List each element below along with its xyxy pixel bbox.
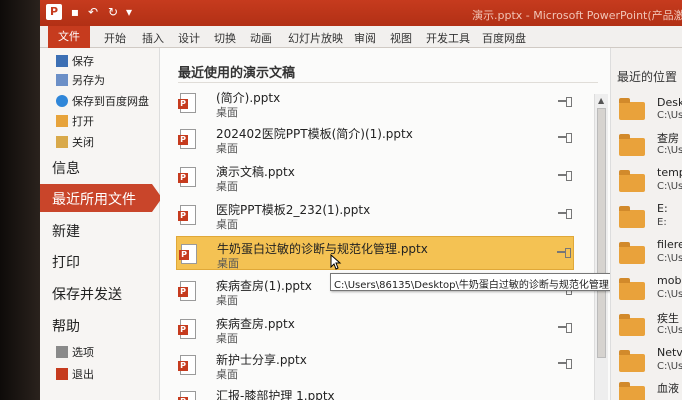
tab-file[interactable]: 文件 [48,26,90,48]
recent-title: 最近使用的演示文稿 [178,66,296,81]
scroll-thumb[interactable] [597,108,606,358]
tab-baidu-netdisk[interactable]: 百度网盘 [482,30,526,46]
recent-item[interactable]: 202402医院PPT模板(简介)(1).pptx 桌面 [176,122,574,156]
tab-developer[interactable]: 开发工具 [426,30,470,46]
folder-icon [619,206,645,228]
file-path-tooltip: C:\Users\86135\Desktop\牛奶蛋白过敏的诊断与规范化管理.p… [330,273,634,291]
tab-slideshow[interactable]: 幻灯片放映 [288,30,343,46]
title-bar: P ▪ ↶ ↻ ▾ 演示.pptx - Microsoft PowerPoint… [40,0,682,26]
nav-help[interactable]: 帮助 [52,316,80,336]
window-title: 演示.pptx - Microsoft PowerPoint(产品激 [472,9,682,22]
recent-presentations-panel: 最近使用的演示文稿 (简介).pptx 桌面 202402医院PPT模板(简介)… [160,48,610,400]
screen-bezel [0,0,40,400]
redo-icon[interactable]: ↻ [106,5,120,19]
pin-icon[interactable] [558,358,572,369]
nav-open[interactable]: 打开 [56,113,94,129]
nav-save-as[interactable]: 另存为 [56,72,105,88]
pptx-file-icon [178,355,196,375]
recent-item-selected[interactable]: 牛奶蛋白过敏的诊断与规范化管理.pptx 桌面 [176,236,574,270]
tab-animations[interactable]: 动画 [250,30,272,46]
tab-home[interactable]: 开始 [104,30,126,46]
powerpoint-logo-icon: P [46,4,62,20]
recent-item[interactable]: 演示文稿.pptx 桌面 [176,160,574,194]
tab-insert[interactable]: 插入 [142,30,164,46]
recent-scrollbar[interactable]: ▲ [594,94,608,400]
folder-icon [619,242,645,264]
pin-icon[interactable] [558,170,572,181]
tab-design[interactable]: 设计 [178,30,200,46]
folder-icon [619,382,645,400]
pin-icon[interactable] [558,322,572,333]
mouse-cursor-icon [330,254,342,270]
nav-exit[interactable]: 退出 [56,366,94,382]
recent-item[interactable]: (简介).pptx 桌面 [176,86,574,120]
places-title: 最近的位置 [617,70,678,84]
recent-item[interactable]: 医院PPT模板2_232(1).pptx 桌面 [176,198,574,232]
exit-icon [56,368,68,380]
undo-icon[interactable]: ↶ [86,5,100,19]
close-file-icon [56,136,68,148]
pptx-file-icon [178,129,196,149]
nav-close[interactable]: 关闭 [56,134,94,150]
nav-save-send[interactable]: 保存并发送 [52,284,122,304]
folder-icon [619,134,645,156]
pin-icon[interactable] [557,247,571,258]
divider [178,82,598,83]
pptx-file-icon [178,281,196,301]
save-quick-icon[interactable]: ▪ [68,5,82,19]
tab-view[interactable]: 视图 [390,30,412,46]
nav-print[interactable]: 打印 [52,252,80,272]
recent-item[interactable]: 疾病查房.pptx 桌面 [176,312,574,346]
nav-recent[interactable]: 最近所用文件 [40,184,162,212]
nav-save-to-baidu[interactable]: 保存到百度网盘 [56,93,149,109]
folder-icon [619,278,645,300]
pptx-file-icon [178,205,196,225]
save-icon [56,55,68,67]
recent-item[interactable]: 汇报-膝部护理 1.pptx [176,384,574,400]
options-icon [56,346,68,358]
pptx-file-icon [178,319,196,339]
customize-dropdown-icon[interactable]: ▾ [122,5,136,19]
cloud-icon [56,95,68,107]
pin-icon[interactable] [558,208,572,219]
folder-icon [619,98,645,120]
pptx-file-icon [178,93,196,113]
recent-item[interactable]: 新护士分享.pptx 桌面 [176,348,574,382]
pin-icon[interactable] [558,96,572,107]
nav-options[interactable]: 选项 [56,344,94,360]
pin-icon[interactable] [558,132,572,143]
folder-open-icon [56,115,68,127]
tab-review[interactable]: 审阅 [354,30,376,46]
ribbon-tabs: 文件 开始 插入 设计 切换 动画 幻灯片放映 审阅 视图 开发工具 百度网盘 [40,26,682,48]
nav-new[interactable]: 新建 [52,221,80,241]
folder-icon [619,170,645,192]
recent-places-panel: 最近的位置 Deskt C:\Us 查房 C:\Us temp C:\Us E:… [610,48,682,400]
folder-icon [619,350,645,372]
scroll-up-icon[interactable]: ▲ [598,96,604,105]
folder-icon [619,314,645,336]
nav-save[interactable]: 保存 [56,53,94,69]
save-as-icon [56,74,68,86]
pptx-file-icon [178,391,196,400]
nav-info[interactable]: 信息 [52,158,80,178]
tab-transitions[interactable]: 切换 [214,30,236,46]
backstage-nav: 保存 另存为 保存到百度网盘 打开 关闭 信息 最近所用文件 新建 打印 保存并… [40,48,162,400]
pptx-file-icon [179,244,197,264]
pptx-file-icon [178,167,196,187]
